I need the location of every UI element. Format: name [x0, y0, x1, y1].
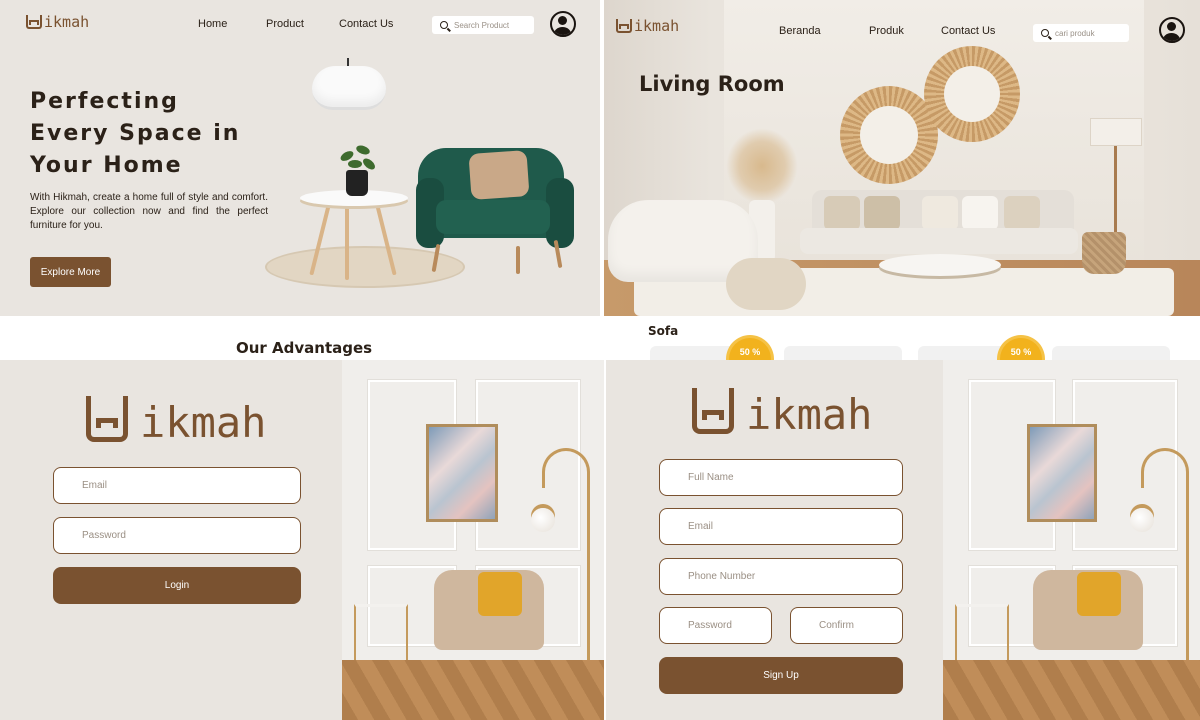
abstract-painting-image — [426, 424, 498, 522]
interior-photo — [943, 360, 1200, 720]
search-icon — [440, 21, 448, 29]
user-avatar-icon[interactable] — [550, 11, 576, 37]
brand-logo[interactable]: ikmah — [616, 17, 679, 35]
advantages-heading: Our Advantages — [236, 339, 373, 357]
auth-brand-logo: ikmah — [86, 396, 266, 448]
hero-panel: ikmah Home Product Contact Us Search Pro… — [0, 0, 600, 316]
logo-mark-icon — [616, 19, 632, 33]
password-field[interactable]: Password — [659, 607, 772, 644]
full-name-field[interactable]: Full Name — [659, 459, 903, 496]
search-input[interactable]: Search Product — [432, 16, 534, 34]
nav-product[interactable]: Product — [266, 18, 339, 30]
email-placeholder: Email — [688, 521, 714, 532]
brand-name: ikmah — [44, 13, 90, 31]
nav-contact-us[interactable]: Contact Us — [339, 18, 393, 30]
sign-up-button[interactable]: Sign Up — [659, 657, 903, 694]
password-placeholder: Password — [82, 530, 126, 541]
interior-photo — [342, 360, 604, 720]
floor-lamp-image — [1090, 118, 1142, 146]
hero-title: Perfecting Every Space in Your Home — [30, 86, 290, 182]
main-nav: Beranda Produk Contact Us — [779, 25, 995, 37]
email-placeholder: Email — [82, 480, 108, 491]
search-input[interactable]: cari produk — [1033, 24, 1129, 42]
potted-plant-image — [346, 170, 368, 196]
rattan-mirror-image — [840, 86, 938, 184]
phone-number-field[interactable]: Phone Number — [659, 558, 903, 595]
main-nav: Home Product Contact Us — [198, 18, 393, 30]
search-placeholder: Search Product — [454, 20, 510, 30]
knit-pouf-image — [726, 258, 806, 310]
signup-panel: ikmah Full Name Email Phone Number Passw… — [606, 360, 1200, 720]
pendant-lamp-image — [312, 66, 386, 110]
rattan-mirror-image — [924, 46, 1020, 142]
hero-title-line-1: Perfecting — [30, 89, 179, 114]
brand-name: ikmah — [746, 389, 873, 439]
logo-mark-icon — [692, 388, 740, 440]
brand-name: ikmah — [634, 17, 680, 35]
nav-beranda[interactable]: Beranda — [779, 25, 869, 37]
logo-mark-icon — [86, 396, 134, 448]
search-placeholder: cari produk — [1055, 28, 1095, 38]
brand-name: ikmah — [140, 397, 267, 447]
hero-title-line-3: Your Home — [30, 153, 183, 178]
user-avatar-icon[interactable] — [1159, 17, 1185, 43]
pampas-grass-image — [726, 128, 798, 204]
confirm-placeholder: Confirm — [819, 620, 855, 631]
nav-produk[interactable]: Produk — [869, 25, 941, 37]
email-field[interactable]: Email — [659, 508, 903, 545]
explore-more-button[interactable]: Explore More — [30, 257, 111, 287]
auth-brand-logo: ikmah — [692, 388, 872, 440]
nav-home[interactable]: Home — [198, 18, 266, 30]
password-field[interactable]: Password — [53, 517, 301, 554]
hero-title-line-2: Every Space in — [30, 121, 241, 146]
brand-logo[interactable]: ikmah — [26, 13, 89, 31]
arc-lamp-image — [1130, 508, 1154, 532]
login-panel: ikmah Email Password Login — [0, 360, 604, 720]
hero-description: With Hikmah, create a home full of style… — [30, 192, 268, 231]
living-room-panel: ikmah Beranda Produk Contact Us cari pro… — [604, 0, 1200, 316]
product-card[interactable] — [1052, 346, 1170, 360]
logo-mark-icon — [26, 15, 42, 29]
product-card[interactable] — [784, 346, 902, 360]
coffee-table-image — [879, 254, 1001, 276]
nav-contact-us[interactable]: Contact Us — [941, 25, 995, 37]
full-name-placeholder: Full Name — [688, 472, 734, 483]
email-field[interactable]: Email — [53, 467, 301, 504]
page-title: Living Room — [639, 72, 785, 96]
login-button[interactable]: Login — [53, 567, 301, 604]
sofa-heading: Sofa — [648, 324, 679, 338]
search-icon — [1041, 29, 1049, 37]
arc-lamp-image — [531, 508, 555, 532]
abstract-painting-image — [1027, 424, 1097, 522]
password-placeholder: Password — [688, 620, 732, 631]
phone-number-placeholder: Phone Number — [688, 571, 756, 582]
confirm-password-field[interactable]: Confirm — [790, 607, 903, 644]
